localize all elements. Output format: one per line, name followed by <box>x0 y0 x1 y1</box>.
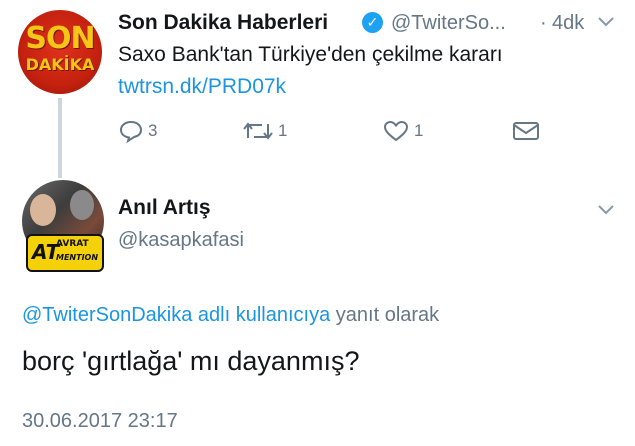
thread-connector-line <box>58 98 62 178</box>
avatar-figure <box>30 194 56 226</box>
tweet1-text: Saxo Bank'tan Türkiye'den çekilme kararı <box>118 43 503 66</box>
badge-top-text: AVRAT <box>56 239 89 249</box>
son-dakika-avatar[interactable]: SON DAKİKA <box>18 10 102 94</box>
avatar-figure <box>70 190 94 220</box>
like-icon <box>382 118 410 151</box>
tweet2-author-name[interactable]: Anıl Artış <box>118 195 211 221</box>
reply-context: @TwiterSonDakika adlı kullanıcıya yanıt … <box>22 302 439 328</box>
reply-icon <box>118 118 144 151</box>
tweet2-text: borç 'gırtlağa' mı dayanmış? <box>22 346 360 376</box>
tweet2-timestamp[interactable]: 30.06.2017 23:17 <box>22 408 178 434</box>
avatar-logo-top: SON <box>25 21 95 56</box>
verified-icon: ✓ <box>362 12 383 33</box>
retweet-icon <box>242 118 274 151</box>
retweet-count: 1 <box>278 121 288 140</box>
chevron-down-icon[interactable] <box>596 10 616 36</box>
tweet1-handle[interactable]: @TwiterSo... <box>391 10 506 36</box>
reply-count: 3 <box>148 121 158 140</box>
avatar-logo-bottom: DAKİKA <box>25 55 95 74</box>
badge-bottom-text: MENTION <box>56 253 99 262</box>
chevron-down-icon[interactable] <box>596 198 616 224</box>
tweet1-time[interactable]: 4dk <box>552 10 584 36</box>
tweet1-separator: · <box>540 12 547 34</box>
avrat-mention-badge: AT AVRAT MENTION <box>26 234 104 272</box>
tweet1-author-name[interactable]: Son Dakika Haberleri <box>118 10 328 36</box>
reply-to-mention[interactable]: @TwiterSonDakika adlı kullanıcıya <box>22 304 330 326</box>
dm-icon <box>512 122 540 149</box>
like-count: 1 <box>414 121 424 140</box>
tweet2-handle[interactable]: @kasapkafasi <box>118 227 244 253</box>
tweet1-link[interactable]: twtrsn.dk/PRD07k <box>118 74 286 100</box>
direct-message-button[interactable] <box>512 118 540 151</box>
reply-context-label: yanıt olarak <box>335 304 440 326</box>
